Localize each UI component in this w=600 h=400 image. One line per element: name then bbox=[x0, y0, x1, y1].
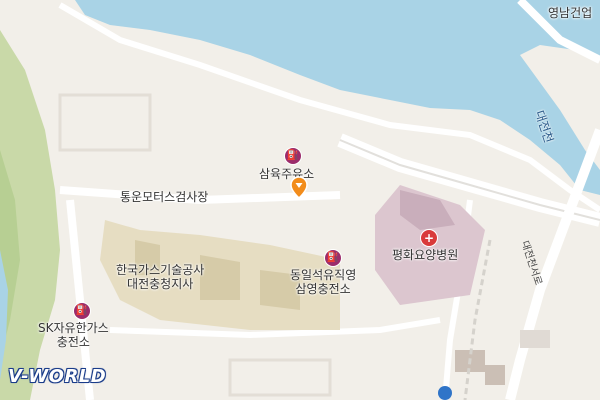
label-yeongnam: 영남건업 bbox=[548, 6, 593, 20]
hospital-cross-icon[interactable]: + bbox=[421, 230, 437, 246]
bus-stop-icon[interactable] bbox=[438, 386, 452, 400]
label-sk-station[interactable]: SK자유한가스 충전소 bbox=[38, 321, 109, 349]
vworld-logo: V-WORLD bbox=[8, 366, 107, 387]
location-pin-icon[interactable] bbox=[289, 176, 309, 200]
label-inspection[interactable]: 통운모터스검사장 bbox=[120, 190, 208, 204]
label-hospital[interactable]: 평화요양병원 bbox=[392, 248, 458, 262]
label-gas-corp[interactable]: 한국가스기술공사 대전충청지사 bbox=[116, 263, 204, 291]
label-dongil[interactable]: 동일석유직영 삼영충전소 bbox=[290, 268, 356, 296]
fuel-pump-icon[interactable]: ⛽ bbox=[325, 250, 341, 266]
fuel-pump-icon[interactable]: ⛽ bbox=[285, 148, 301, 164]
fuel-pump-icon[interactable]: ⛽ bbox=[74, 303, 90, 319]
map-view[interactable]: 영남건업 대전천 대전천서로 ⛽ 삼육주유소 통운모터스검사장 한국가스기술공사… bbox=[0, 0, 600, 400]
